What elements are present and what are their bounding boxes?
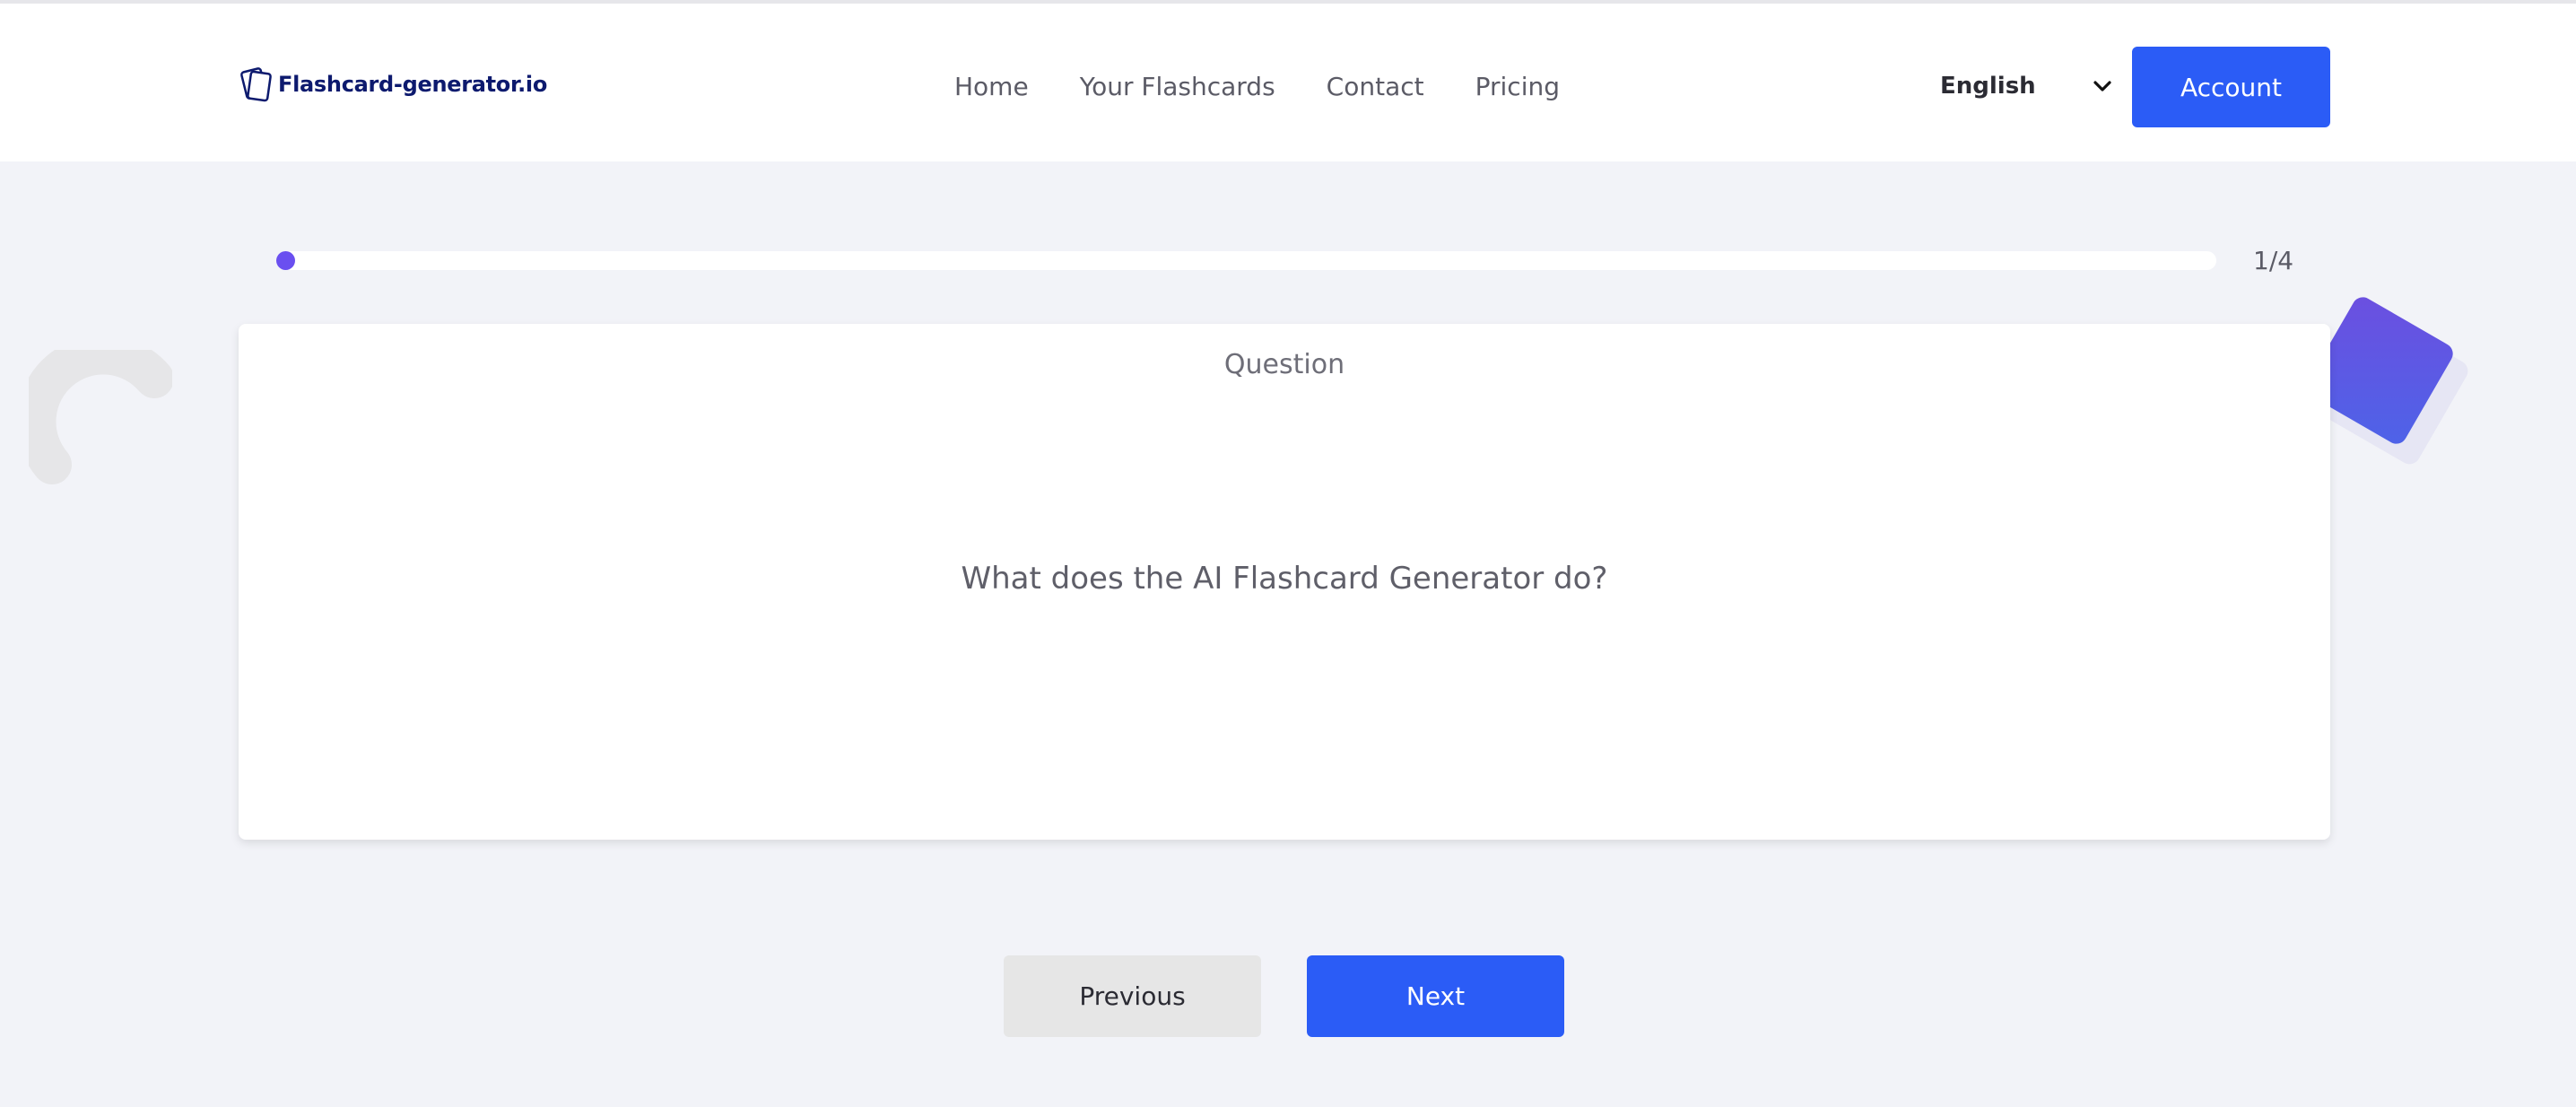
flashcards-icon [240,67,272,102]
progress-counter: 1/4 [2253,246,2294,275]
card-side-label: Question [1223,349,1345,380]
card-question-text: What does the AI Flashcard Generator do? [961,561,1608,597]
language-label: English [1940,73,2036,100]
flashcard-page: Flashcard-generator.io Home Your Flashca… [0,0,2576,1107]
progress-bar [276,251,2216,270]
nav-contact[interactable]: Contact [1327,72,1424,101]
previous-button[interactable]: Previous [1004,955,1261,1037]
site-logo[interactable]: Flashcard-generator.io [239,63,547,106]
nav-your-flashcards[interactable]: Your Flashcards [1080,72,1275,101]
flashcard[interactable]: Question What does the AI Flashcard Gene… [239,324,2330,840]
chevron-down-icon [2093,81,2111,92]
language-select[interactable]: English [1940,65,2113,108]
progress-fill [276,251,295,270]
nav-pricing[interactable]: Pricing [1475,72,1560,101]
logo-text: Flashcard-generator.io [278,72,548,97]
nav-home[interactable]: Home [954,72,1029,101]
decorative-arc [29,350,172,484]
account-button[interactable]: Account [2132,47,2330,127]
next-button[interactable]: Next [1307,955,1564,1037]
main-nav: Home Your Flashcards Contact Pricing [954,65,1560,108]
site-header: Flashcard-generator.io Home Your Flashca… [0,0,2576,161]
